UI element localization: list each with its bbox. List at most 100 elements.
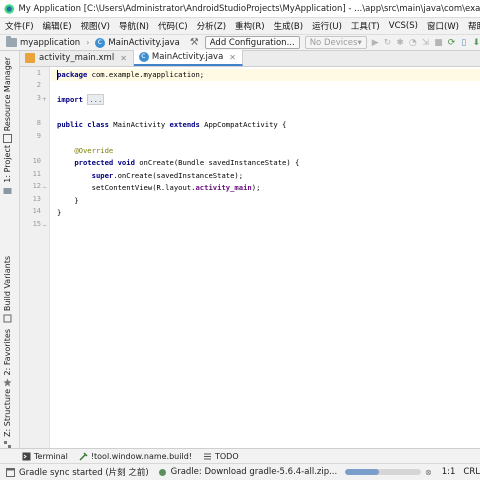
code-token: import bbox=[57, 95, 83, 104]
folder-icon bbox=[6, 36, 17, 47]
tool-tab-terminal-label: Terminal bbox=[34, 451, 68, 461]
tool-tab-favorites[interactable]: 2: Favorites bbox=[3, 329, 12, 387]
menu-bar: 文件(F) 编辑(E) 视图(V) 导航(N) 代码(C) 分析(Z) 重构(R… bbox=[0, 18, 480, 34]
tool-tab-project[interactable]: 1: Project bbox=[3, 145, 12, 195]
build-icon bbox=[79, 451, 88, 461]
line-number: 1 bbox=[36, 69, 41, 77]
close-icon[interactable]: ✕ bbox=[120, 54, 127, 63]
code-token: ); bbox=[251, 183, 261, 192]
tool-tab-resource-manager[interactable]: Resource Manager bbox=[3, 57, 12, 144]
menu-tools[interactable]: 工具(T) bbox=[351, 20, 380, 32]
tool-tab-build[interactable]: !tool.window.name.build! bbox=[79, 452, 192, 461]
stop-icon[interactable]: ■ bbox=[434, 37, 443, 49]
menu-file[interactable]: 文件(F) bbox=[5, 20, 34, 32]
run-icon[interactable]: ▶ bbox=[372, 37, 379, 49]
text-caret bbox=[57, 70, 58, 80]
menu-help[interactable]: 帮助(H) bbox=[468, 20, 480, 32]
background-task-progress bbox=[345, 469, 422, 475]
devices-dropdown[interactable]: No Devices ▾ bbox=[304, 36, 367, 49]
code-line: protected void onCreate(Bundle savedInst… bbox=[57, 157, 299, 169]
navigation-bar: myapplication › MainActivity.java ⚒ Add … bbox=[0, 34, 480, 51]
add-configuration-label: Add Configuration... bbox=[209, 37, 295, 48]
cancel-task-icon[interactable]: ⊗ bbox=[425, 468, 432, 477]
java-class-icon bbox=[138, 51, 149, 62]
build-variants-icon bbox=[3, 314, 12, 323]
code-token: com.example.myapplication; bbox=[87, 70, 205, 79]
debug-icon[interactable]: ✱ bbox=[396, 37, 404, 49]
line-number: 10 bbox=[32, 157, 41, 165]
folded-imports[interactable]: ... bbox=[87, 94, 105, 105]
xml-file-icon bbox=[25, 53, 35, 63]
profile-icon[interactable]: ◔ bbox=[409, 37, 417, 49]
tool-tab-build-variants[interactable]: Build Variants bbox=[3, 256, 12, 323]
progress-fill bbox=[345, 469, 380, 475]
tool-tab-terminal[interactable]: Terminal bbox=[22, 452, 68, 461]
attach-debugger-icon[interactable]: ⇲ bbox=[422, 37, 430, 49]
line-separator[interactable]: CRL bbox=[463, 467, 480, 477]
menu-navigate[interactable]: 导航(N) bbox=[119, 20, 149, 32]
project-folder-icon bbox=[3, 187, 12, 194]
menu-build[interactable]: 生成(B) bbox=[274, 20, 303, 32]
breadcrumb-file-label: MainActivity.java bbox=[108, 37, 180, 48]
code-token: AppCompatActivity { bbox=[199, 120, 287, 129]
background-task[interactable]: Gradle: Download gradle-5.6.4-all.zip... bbox=[158, 467, 337, 477]
line-number: 3 bbox=[36, 94, 41, 102]
menu-refactor[interactable]: 重构(R) bbox=[235, 20, 265, 32]
code-token: activity_main bbox=[195, 183, 252, 192]
line-number: 11 bbox=[32, 170, 41, 178]
menu-analyze[interactable]: 分析(Z) bbox=[197, 20, 226, 32]
code-token: .onCreate(savedInstanceState); bbox=[113, 171, 244, 180]
close-icon[interactable]: ✕ bbox=[229, 53, 236, 62]
code-line: } bbox=[57, 207, 61, 219]
breadcrumb-separator-icon: › bbox=[86, 38, 90, 47]
tab-activity-main-xml[interactable]: activity_main.xml ✕ bbox=[20, 50, 134, 66]
code-editor[interactable]: package com.example.myapplication; import… bbox=[51, 67, 480, 448]
resource-manager-icon bbox=[3, 134, 12, 144]
menu-vcs[interactable]: VCS(S) bbox=[389, 21, 418, 31]
code-line: package com.example.myapplication; bbox=[57, 69, 204, 81]
caret-position[interactable]: 1:1 bbox=[442, 467, 456, 477]
sync-gradle-icon[interactable]: ⟳ bbox=[448, 37, 456, 49]
code-token: public class bbox=[57, 120, 109, 129]
fold-expand-icon[interactable]: + bbox=[41, 96, 48, 103]
menu-code[interactable]: 代码(C) bbox=[158, 20, 188, 32]
line-number: 14 bbox=[32, 207, 41, 215]
fold-end-icon[interactable]: − bbox=[41, 222, 48, 229]
tool-tab-build-label: !tool.window.name.build! bbox=[90, 451, 192, 461]
menu-view[interactable]: 视图(V) bbox=[81, 20, 110, 32]
fold-collapse-icon[interactable]: − bbox=[41, 184, 48, 191]
status-message[interactable]: Gradle sync started (片刻 之前) bbox=[6, 466, 158, 478]
bottom-tool-bar: Terminal !tool.window.name.build! TODO bbox=[0, 448, 480, 463]
menu-window[interactable]: 窗口(W) bbox=[427, 20, 459, 32]
terminal-icon bbox=[22, 452, 31, 460]
line-number: 8 bbox=[36, 119, 41, 127]
gradle-icon bbox=[158, 468, 166, 476]
menu-run[interactable]: 运行(U) bbox=[312, 20, 342, 32]
add-configuration-button[interactable]: Add Configuration... bbox=[204, 36, 300, 49]
tool-tab-structure[interactable]: Z: Structure bbox=[3, 389, 12, 449]
code-token: } bbox=[57, 196, 79, 205]
avd-manager-icon[interactable]: ▯ bbox=[460, 37, 467, 49]
sdk-manager-icon[interactable]: ⬇ bbox=[472, 37, 480, 49]
line-number: 13 bbox=[32, 195, 41, 203]
breadcrumb-project[interactable]: myapplication bbox=[6, 36, 80, 48]
line-number: 12 bbox=[32, 182, 41, 190]
code-token: MainActivity bbox=[108, 120, 170, 129]
star-icon bbox=[3, 378, 12, 387]
menu-edit[interactable]: 编辑(E) bbox=[43, 20, 72, 32]
code-line: import ... bbox=[57, 94, 105, 106]
breadcrumb-file[interactable]: MainActivity.java bbox=[95, 37, 180, 48]
tool-tab-todo-label: TODO bbox=[214, 451, 239, 461]
tool-tab-structure-label: Z: Structure bbox=[3, 389, 12, 437]
build-hammer-icon[interactable]: ⚒ bbox=[190, 37, 199, 49]
code-line: public class MainActivity extends AppCom… bbox=[57, 119, 286, 131]
tab-main-activity-java[interactable]: MainActivity.java ✕ bbox=[133, 50, 243, 66]
editor-gutter[interactable]: 1 2 3 8 9 10 11 12 13 14 15 + − − bbox=[20, 67, 50, 448]
code-token: } bbox=[57, 208, 62, 217]
code-line: setContentView(R.layout.activity_main); bbox=[57, 182, 261, 194]
tool-tab-todo[interactable]: TODO bbox=[203, 452, 239, 461]
apply-changes-icon[interactable]: ↻ bbox=[384, 37, 392, 49]
title-bar: My Application [C:\Users\Administrator\A… bbox=[0, 0, 480, 18]
code-token: @Override bbox=[74, 146, 114, 155]
